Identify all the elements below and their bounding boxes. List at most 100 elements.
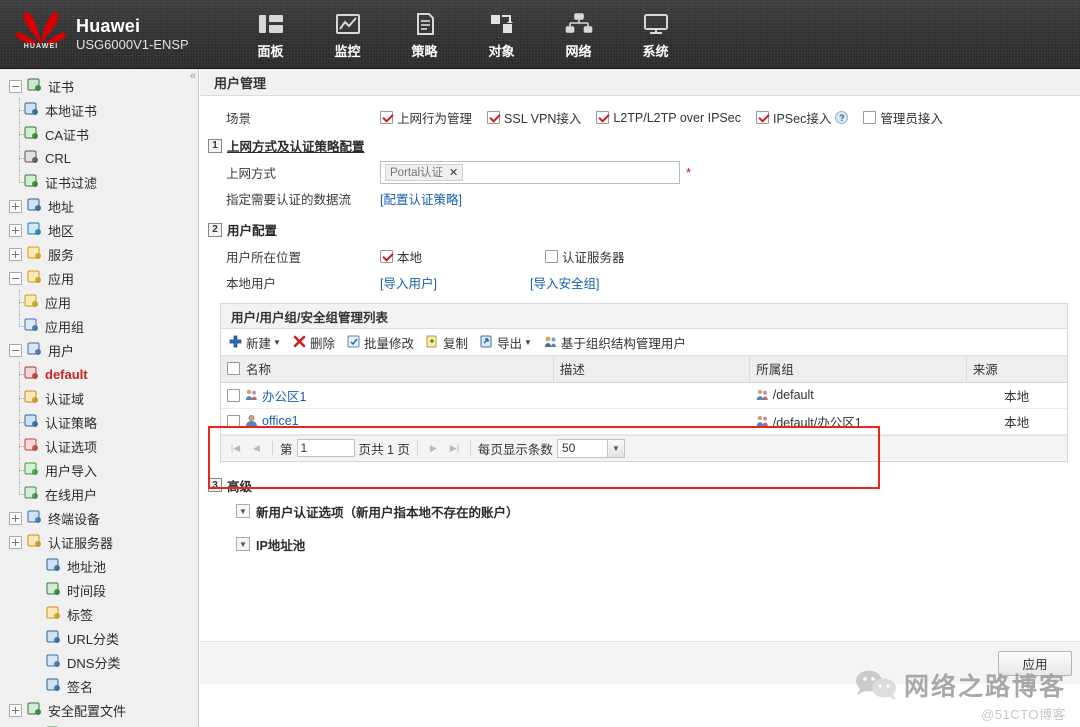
access-mode-input[interactable]: Portal认证 ✕ xyxy=(380,160,680,184)
checkbox[interactable] xyxy=(380,111,393,124)
last-page-button[interactable]: ▶| xyxy=(446,440,463,457)
import-user-link[interactable]: [导入用户] xyxy=(380,273,530,292)
advanced-ip-pool[interactable]: ▼ IP地址池 xyxy=(236,535,1080,554)
scene-option-0[interactable]: 上网行为管理 xyxy=(380,108,472,127)
chevron-down-icon[interactable]: ▼ xyxy=(606,439,624,457)
sidebar-item-local-certificate[interactable]: 本地证书 xyxy=(0,98,198,122)
checkbox[interactable] xyxy=(380,249,393,263)
configure-auth-policy-link[interactable]: [配置认证策略] xyxy=(380,189,462,208)
sidebar-item-user-default[interactable]: default xyxy=(0,362,198,386)
nav-item-monitor[interactable]: 监控 xyxy=(309,7,386,65)
scene-option-1[interactable]: SSL VPN接入 xyxy=(487,108,581,127)
scene-option-2[interactable]: L2TP/L2TP over IPSec xyxy=(596,111,741,125)
sidebar-item-user-import[interactable]: 用户导入 xyxy=(0,458,198,482)
nav-item-system[interactable]: 系统 xyxy=(617,7,694,65)
import-security-group-link[interactable]: [导入安全组] xyxy=(530,273,599,292)
sidebar-item-ca-certificate[interactable]: CA证书 xyxy=(0,122,198,146)
chevron-down-icon[interactable]: ▼ xyxy=(273,338,281,347)
cell-source: 本地 xyxy=(966,408,1067,435)
sidebar-item-auth-server[interactable]: 认证服务器 xyxy=(0,530,198,554)
add-button[interactable]: 新建 ▼ xyxy=(229,333,281,352)
chevron-down-icon[interactable]: ▼ xyxy=(524,338,532,347)
next-page-button[interactable]: ▶ xyxy=(425,440,442,457)
cell-group: /default/办公区1 xyxy=(749,408,967,435)
sidebar-item-region[interactable]: 地区 xyxy=(0,218,198,242)
button-label: 导出 xyxy=(496,336,522,351)
sidebar-item-application-group[interactable]: 应用组 xyxy=(0,314,198,338)
scene-option-4[interactable]: 管理员接入 xyxy=(863,108,943,127)
sidebar-item-health-check[interactable]: 健康检查 xyxy=(0,722,198,727)
nav-item-panel[interactable]: 面板 xyxy=(232,7,309,65)
org-manage-button[interactable]: 基于组织结构管理用户 xyxy=(544,333,686,352)
checkbox[interactable] xyxy=(545,249,558,263)
nav-item-network[interactable]: 网络 xyxy=(540,7,617,65)
row-name-link[interactable]: office1 xyxy=(262,414,299,428)
copy-button[interactable]: 复制 xyxy=(426,333,468,352)
access-mode-tag[interactable]: Portal认证 ✕ xyxy=(385,163,464,181)
sidebar-item-application[interactable]: 应用 xyxy=(0,266,198,290)
row-checkbox[interactable] xyxy=(227,388,240,402)
expand-icon[interactable] xyxy=(9,535,22,549)
tag-remove-icon[interactable]: ✕ xyxy=(449,166,458,179)
sidebar-item-signature[interactable]: 签名 xyxy=(0,674,198,698)
sidebar-item-url-category[interactable]: URL分类 xyxy=(0,626,198,650)
nav-item-policy[interactable]: 策略 xyxy=(386,7,463,65)
sidebar-item-address[interactable]: 地址 xyxy=(0,194,198,218)
expand-icon[interactable] xyxy=(9,223,22,237)
batch-edit-button[interactable]: 批量修改 xyxy=(347,333,414,352)
sidebar-item-auth-policy[interactable]: 认证策略 xyxy=(0,410,198,434)
sidebar-item-security-profile[interactable]: 安全配置文件 xyxy=(0,698,198,722)
checkbox[interactable] xyxy=(487,111,501,124)
expand-icon[interactable] xyxy=(9,511,22,525)
first-page-button[interactable]: |◀ xyxy=(227,440,244,457)
expand-icon[interactable] xyxy=(9,247,22,261)
sidebar-item-auth-option[interactable]: 认证选项 xyxy=(0,434,198,458)
sidebar-item-auth-domain[interactable]: 认证域 xyxy=(0,386,198,410)
export-button[interactable]: 导出 ▼ xyxy=(480,333,532,352)
advanced-new-user-auth-option[interactable]: ▼ 新用户认证选项（新用户指本地不存在的账户） xyxy=(236,502,1080,521)
watermark-text: 网络之路博客 xyxy=(903,672,1066,701)
nav-label: 系统 xyxy=(642,43,669,59)
sidebar-item-terminal-device[interactable]: 终端设备 xyxy=(0,506,198,530)
checkbox[interactable] xyxy=(863,111,877,124)
sidebar-item-time-range[interactable]: 时间段 xyxy=(0,578,198,602)
location-option-auth-server[interactable]: 认证服务器 xyxy=(545,247,625,266)
help-icon[interactable]: ? xyxy=(835,111,849,124)
huawei-wordmark: HUAWEI xyxy=(23,43,59,50)
expand-icon[interactable] xyxy=(9,199,22,213)
address-pool-icon xyxy=(46,558,63,574)
collapse-icon[interactable] xyxy=(9,271,22,285)
advanced-item-label: IP地址池 xyxy=(256,538,306,553)
table-row[interactable]: 办公区1/default 本地 xyxy=(221,382,1067,409)
row-name-link[interactable]: 办公区1 xyxy=(262,386,306,405)
sidebar-item-user[interactable]: 用户 xyxy=(0,338,198,362)
chevron-down-icon[interactable]: ▼ xyxy=(236,537,250,551)
collapse-icon[interactable] xyxy=(9,79,22,93)
table-row[interactable]: office1/default/办公区1 本地 xyxy=(221,408,1067,435)
page-size-select[interactable]: 50 ▼ xyxy=(556,438,625,458)
chevron-down-icon[interactable]: ▼ xyxy=(236,504,250,518)
terminal-device-icon xyxy=(27,510,44,526)
collapse-icon[interactable] xyxy=(9,343,22,357)
sidebar-item-certificate-filter[interactable]: 证书过滤 xyxy=(0,170,198,194)
sidebar-item-certificate[interactable]: 证书 xyxy=(0,74,198,98)
scene-option-3[interactable]: IPSec接入? xyxy=(755,108,849,127)
page-number-input[interactable] xyxy=(296,439,355,457)
expand-icon[interactable] xyxy=(9,703,22,717)
sidebar-item-dns-category[interactable]: DNS分类 xyxy=(0,650,198,674)
row-checkbox[interactable] xyxy=(227,414,240,428)
nav-item-object[interactable]: 对象 xyxy=(463,7,540,65)
sidebar-item-application-child[interactable]: 应用 xyxy=(0,290,198,314)
sidebar-item-address-pool[interactable]: 地址池 xyxy=(0,554,198,578)
sidebar-item-crl[interactable]: CRL xyxy=(0,146,198,170)
location-option-local[interactable]: 本地 xyxy=(380,247,530,266)
checkbox[interactable] xyxy=(755,111,769,124)
select-all-checkbox[interactable] xyxy=(227,362,240,376)
sidebar-item-tag[interactable]: 标签 xyxy=(0,602,198,626)
delete-button[interactable]: 删除 xyxy=(293,333,335,352)
checkbox[interactable] xyxy=(596,111,610,124)
sidebar-item-online-user[interactable]: 在线用户 xyxy=(0,482,198,506)
sidebar-item-service[interactable]: 服务 xyxy=(0,242,198,266)
prev-page-button[interactable]: ◀ xyxy=(248,440,265,457)
